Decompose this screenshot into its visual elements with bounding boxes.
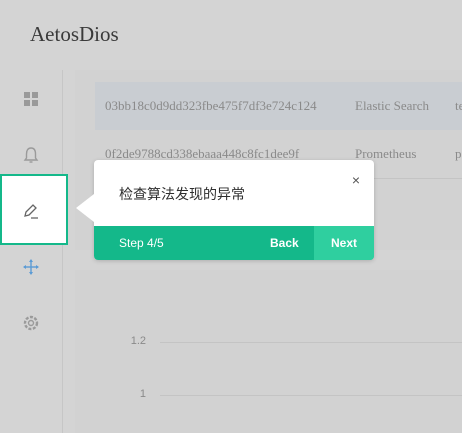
close-icon[interactable]: × [352,172,360,188]
move-icon[interactable] [20,256,42,278]
y-tick-label: 1.2 [130,335,146,347]
pencil-icon[interactable] [20,200,42,222]
y-tick-label: 1 [139,388,146,400]
grid-line [160,342,462,343]
tour-text: 检查算法发现的异常 [119,186,245,202]
app-title: AetosDios [30,22,119,46]
step-indicator: Step 4/5 [119,236,164,250]
row-extra: te [455,98,462,113]
row-source: Elastic Search [355,98,429,113]
dashboard-icon[interactable] [20,88,42,110]
sidebar-divider [62,70,63,433]
next-button[interactable]: Next [314,226,374,260]
row-id: 03bb18c0d9dd323fbe475f7df3e724c124 [105,98,317,113]
chart-card [75,270,462,433]
table-row[interactable]: 03bb18c0d9dd323fbe475f7df3e724c124 Elast… [95,82,462,130]
settings-icon[interactable] [20,312,42,334]
bell-icon[interactable] [20,144,42,166]
tour-tooltip: 检查算法发现的异常 × Step 4/5 Back Next [76,160,374,260]
back-button[interactable]: Back [270,226,299,260]
tour-footer: Step 4/5 Back Next [94,226,374,260]
grid-line [160,395,462,396]
row-extra: p [455,146,462,161]
tooltip-arrow [76,194,94,222]
